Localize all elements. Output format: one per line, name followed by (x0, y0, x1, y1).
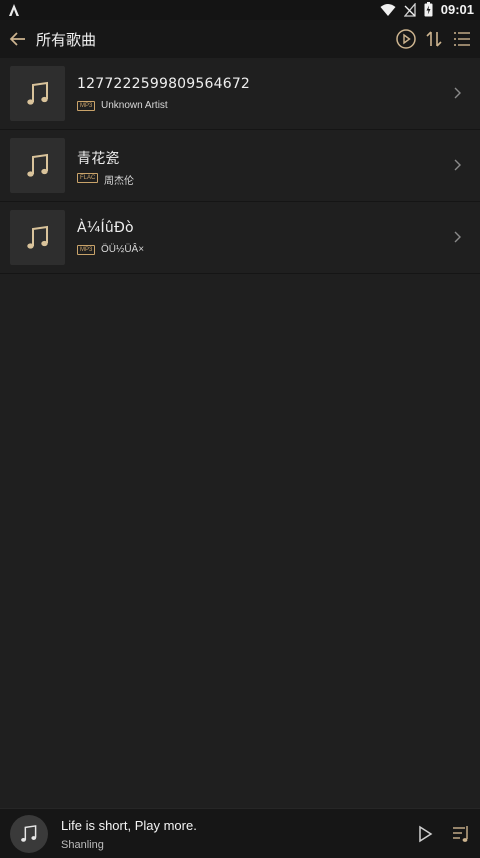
playlist-icon[interactable] (450, 823, 472, 845)
album-art (10, 138, 65, 193)
list-item[interactable]: 青花瓷 FLAC 周杰伦 (0, 130, 480, 202)
no-signal-icon (403, 2, 416, 17)
format-badge: MP3 (77, 101, 96, 111)
song-artist: Unknown Artist (101, 100, 168, 111)
song-title: 青花瓷 (77, 151, 120, 167)
album-art (10, 66, 65, 121)
play-icon[interactable] (414, 823, 436, 845)
list-menu-icon[interactable] (449, 26, 475, 52)
format-badge: FLAC (77, 173, 99, 183)
song-artist: ÖÜ½ÜÂ× (101, 244, 145, 255)
player-title: Life is short, Play more. (61, 818, 197, 833)
page-title: 所有歌曲 (36, 31, 97, 49)
app-header: 所有歌曲 (0, 20, 480, 58)
battery-icon (424, 2, 433, 17)
song-list: 1277222599809564672 MP3 Unknown Artist 青… (0, 58, 480, 274)
wifi-icon (380, 3, 396, 16)
music-note-icon (26, 81, 48, 105)
music-note-icon (26, 225, 48, 249)
album-art (10, 210, 65, 265)
back-arrow-icon[interactable] (6, 26, 32, 52)
android-icon (9, 4, 19, 16)
chevron-right-icon (454, 159, 461, 171)
chevron-right-icon (454, 231, 461, 243)
song-title: À¼ÍûÐò (77, 220, 134, 236)
music-note-icon (21, 825, 37, 842)
song-artist: 周杰伦 (104, 176, 134, 187)
sort-icon[interactable] (421, 26, 447, 52)
player-album-art[interactable] (10, 815, 48, 853)
chevron-right-icon (454, 87, 461, 99)
list-item[interactable]: À¼ÍûÐò MP3 ÖÜ½ÜÂ× (0, 202, 480, 274)
status-bar: 09:01 (0, 0, 480, 20)
song-title: 1277222599809564672 (77, 76, 251, 92)
music-note-icon (26, 153, 48, 177)
player-artist: Shanling (61, 839, 104, 851)
play-circle-icon[interactable] (393, 26, 419, 52)
clock: 09:01 (440, 2, 474, 17)
list-item[interactable]: 1277222599809564672 MP3 Unknown Artist (0, 58, 480, 130)
format-badge: MP3 (77, 245, 96, 255)
mini-player[interactable]: Life is short, Play more. Shanling (0, 808, 480, 858)
